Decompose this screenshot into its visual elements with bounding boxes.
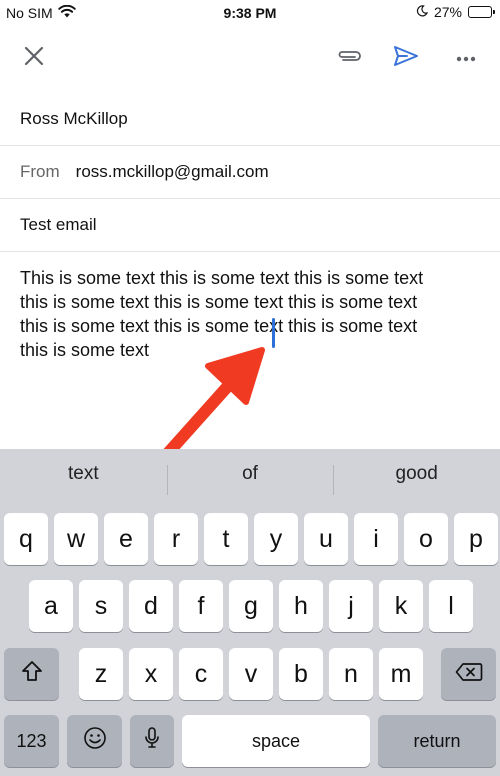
subject-field[interactable]: Test email: [0, 199, 500, 252]
dictation-key[interactable]: [130, 715, 174, 767]
key-l[interactable]: l: [429, 580, 473, 632]
moon-icon: [416, 4, 429, 20]
key-k[interactable]: k: [379, 580, 423, 632]
space-key[interactable]: space: [182, 715, 370, 767]
key-m[interactable]: m: [379, 648, 423, 700]
from-value: ross.mckillop@gmail.com: [75, 162, 269, 181]
key-g[interactable]: g: [229, 580, 273, 632]
shift-icon: [21, 660, 43, 689]
backspace-icon: [455, 660, 483, 689]
key-e[interactable]: e: [104, 513, 148, 565]
key-t[interactable]: t: [204, 513, 248, 565]
return-key[interactable]: return: [378, 715, 496, 767]
status-right: 27%: [416, 4, 495, 20]
send-button[interactable]: [386, 38, 426, 78]
subject-value: Test email: [20, 215, 97, 234]
attach-button[interactable]: [330, 38, 370, 78]
key-h[interactable]: h: [279, 580, 323, 632]
close-button[interactable]: [14, 38, 54, 78]
emoji-key[interactable]: [67, 715, 122, 767]
compose-toolbar: [0, 26, 500, 90]
key-z[interactable]: z: [79, 648, 123, 700]
key-r[interactable]: r: [154, 513, 198, 565]
key-f[interactable]: f: [179, 580, 223, 632]
key-b[interactable]: b: [279, 648, 323, 700]
key-w[interactable]: w: [54, 513, 98, 565]
key-p[interactable]: p: [454, 513, 498, 565]
key-c[interactable]: c: [179, 648, 223, 700]
to-field[interactable]: Ross McKillop: [0, 93, 500, 146]
battery-percent: 27%: [433, 4, 462, 20]
paperclip-icon: [337, 49, 363, 68]
body-line: this is some text this is some text this…: [20, 292, 418, 312]
suggestion-item[interactable]: text: [0, 449, 167, 499]
key-u[interactable]: u: [304, 513, 348, 565]
numbers-key[interactable]: 123: [4, 715, 59, 767]
more-button[interactable]: [446, 38, 486, 78]
keyboard: text of good q w e r t y u i o p a s d f…: [0, 449, 500, 776]
key-q[interactable]: q: [4, 513, 48, 565]
key-o[interactable]: o: [404, 513, 448, 565]
from-label: From: [20, 162, 60, 181]
emoji-icon: [83, 726, 107, 757]
key-s[interactable]: s: [79, 580, 123, 632]
key-i[interactable]: i: [354, 513, 398, 565]
from-field[interactable]: From ross.mckillop@gmail.com: [0, 146, 500, 199]
key-a[interactable]: a: [29, 580, 73, 632]
more-horizontal-icon: [456, 49, 476, 67]
key-n[interactable]: n: [329, 648, 373, 700]
suggestion-bar: text of good: [0, 449, 500, 499]
shift-key[interactable]: [4, 648, 59, 700]
key-y[interactable]: y: [254, 513, 298, 565]
key-x[interactable]: x: [129, 648, 173, 700]
close-icon: [24, 46, 44, 71]
key-d[interactable]: d: [129, 580, 173, 632]
suggestion-item[interactable]: of: [166, 449, 334, 499]
suggestion-item[interactable]: good: [333, 449, 500, 499]
microphone-icon: [144, 726, 160, 757]
status-bar: No SIM 9:38 PM 27%: [0, 0, 500, 26]
key-j[interactable]: j: [329, 580, 373, 632]
send-icon: [393, 45, 419, 72]
key-v[interactable]: v: [229, 648, 273, 700]
battery-icon: [468, 6, 495, 18]
body-line: this is some text this is some text this…: [20, 316, 418, 336]
to-value: Ross McKillop: [20, 109, 128, 128]
body-line: This is some text this is some text this…: [20, 268, 424, 288]
delete-key[interactable]: [441, 648, 496, 700]
